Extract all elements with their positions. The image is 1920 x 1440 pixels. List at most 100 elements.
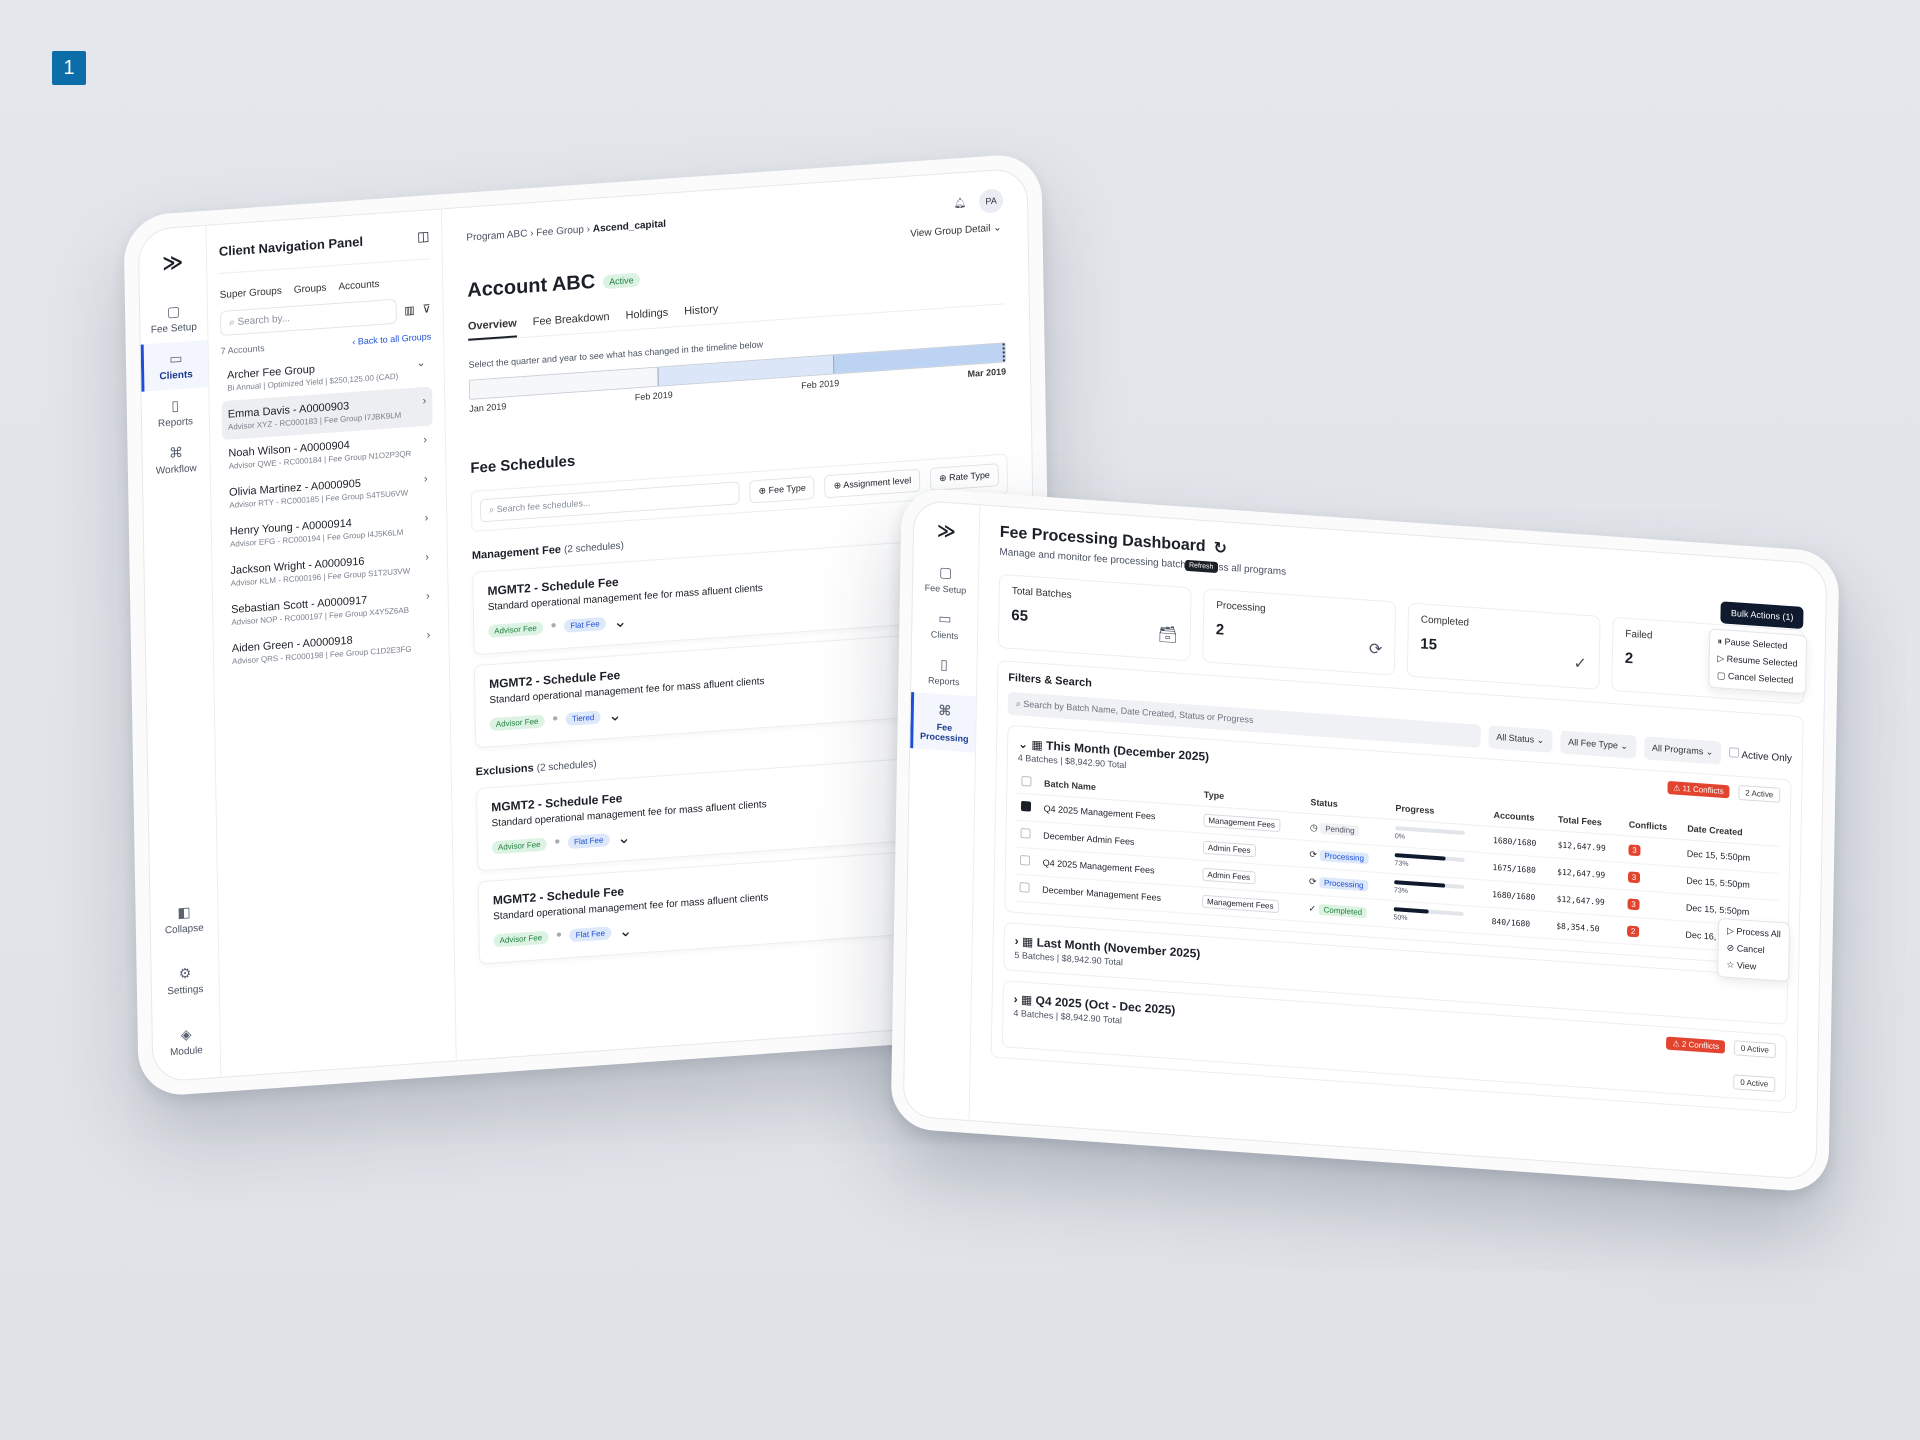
refresh-tooltip: Refresh xyxy=(1184,559,1218,574)
menu-item-cancel[interactable]: ⊘ Cancel xyxy=(1727,942,1781,957)
rail-item-collapse[interactable]: ◧ Collapse xyxy=(150,894,218,946)
programs-dropdown[interactable]: All Programs ⌄ xyxy=(1643,736,1722,765)
square-icon: ▢ xyxy=(1716,670,1729,681)
chevron-right-icon: › xyxy=(422,394,427,408)
rail-item-settings[interactable]: ⚙ Settings xyxy=(151,955,219,1007)
conflicts-cell: 3 xyxy=(1623,862,1683,894)
chevron-right-icon: › xyxy=(425,551,430,564)
rail-item-module[interactable]: ◈ Module xyxy=(152,1016,220,1068)
chevron-right-icon: › xyxy=(423,433,428,447)
rail-label: Workflow xyxy=(155,463,197,477)
type-pill: Management Fees xyxy=(1203,813,1281,833)
conflicts-text: 2 Conflicts xyxy=(1681,1039,1720,1052)
tag: Advisor Fee xyxy=(488,620,543,638)
refresh-icon[interactable]: ↻ xyxy=(1213,538,1227,559)
search-placeholder: Search fee schedules... xyxy=(496,497,591,515)
tag: Advisor Fee xyxy=(493,930,549,947)
checkbox xyxy=(1729,747,1740,758)
tab-overview[interactable]: Overview xyxy=(467,317,517,341)
filter-icon[interactable]: ⊽ xyxy=(423,302,431,316)
bell-icon[interactable]: 🔔︎ xyxy=(954,198,967,210)
columns-icon[interactable]: ▥ xyxy=(404,303,415,317)
checkbox xyxy=(1019,882,1030,893)
avatar[interactable]: PA xyxy=(978,188,1004,214)
filter-assignment-level[interactable]: ⊕ Assignment level xyxy=(824,468,921,499)
rail-item-fee-processing[interactable]: ⌘ Fee Processing xyxy=(910,691,976,753)
timeline-label: Feb 2019 xyxy=(634,389,673,403)
checkbox xyxy=(1020,800,1032,812)
chevron-down-icon[interactable]: ⌄ xyxy=(608,705,622,726)
status-badge: Pending xyxy=(1320,822,1360,837)
view-group-detail-dropdown[interactable]: View Group Detail ⌄ xyxy=(910,222,1002,239)
rail-item-reports[interactable]: ▯ Reports xyxy=(911,646,977,697)
brand-logo-icon[interactable]: ≫ xyxy=(162,249,183,275)
rail-item-workflow[interactable]: ⌘ Workflow xyxy=(142,434,210,486)
menu-item-pause-selected[interactable]: ⏸︎ Pause Selected xyxy=(1717,636,1797,653)
breadcrumb-item[interactable]: Program ABC xyxy=(466,228,527,243)
progress-label: 0% xyxy=(1394,833,1406,841)
dropdown-value: All Status xyxy=(1496,731,1535,745)
group-toggle[interactable]: ⌄ ▦ This Month (December 2025) 4 Batches… xyxy=(1018,737,1209,776)
rail-item-fee-setup[interactable]: ▢ Fee Setup xyxy=(913,554,979,605)
tab-history[interactable]: History xyxy=(684,303,719,325)
play-icon: ▷ xyxy=(1717,653,1727,664)
schedule-group-name: Exclusions xyxy=(475,762,534,779)
conflicts-cell: 3 xyxy=(1623,889,1683,921)
row-checkbox-cell[interactable] xyxy=(1016,820,1040,849)
command-icon: ⌘ xyxy=(168,443,184,461)
brand-logo-icon[interactable]: ≫ xyxy=(937,520,956,542)
book-icon: ▭ xyxy=(938,609,952,627)
accounts-cell: 840/1680 xyxy=(1487,907,1553,939)
dropdown-value: All Programs xyxy=(1651,742,1704,757)
calendar-icon: ▦ xyxy=(1031,737,1043,753)
row-checkbox-cell[interactable] xyxy=(1015,847,1039,876)
book-icon: ▭ xyxy=(169,349,183,367)
conflicts-cell: 2 xyxy=(1622,916,1682,948)
row-checkbox-cell[interactable] xyxy=(1016,793,1040,822)
chevron-down-icon[interactable]: ⌄ xyxy=(617,828,631,849)
nav-tab-accounts[interactable]: Accounts xyxy=(338,279,379,293)
status-dropdown[interactable]: All Status ⌄ xyxy=(1488,725,1553,753)
chevron-down-icon[interactable]: ⌄ xyxy=(613,611,627,632)
cancel-icon: ⊘ xyxy=(1726,942,1737,954)
checkbox-label: Active Only xyxy=(1741,750,1792,765)
filter-rate-type[interactable]: ⊕ Rate Type xyxy=(929,463,1000,491)
progress-label: 50% xyxy=(1393,914,1408,923)
rail-label: Reports xyxy=(157,416,194,430)
fee-type-dropdown[interactable]: All Fee Type ⌄ xyxy=(1559,730,1637,759)
rail-item-clients[interactable]: ▭ Clients xyxy=(912,600,978,651)
status-badge: Processing xyxy=(1319,849,1370,864)
row-checkbox-cell[interactable] xyxy=(1015,874,1039,903)
menu-item-cancel-selected[interactable]: ▢ Cancel Selected xyxy=(1717,670,1797,687)
sidebar-toggle-icon[interactable]: ◫ xyxy=(417,228,430,245)
tab-fee-breakdown[interactable]: Fee Breakdown xyxy=(533,311,610,336)
menu-item-process-all[interactable]: ▷ Process All xyxy=(1727,925,1781,940)
group-toggle[interactable]: › ▦ Last Month (November 2025) 5 Batches… xyxy=(1014,934,1200,973)
rail-label: Collapse xyxy=(164,922,204,937)
nav-tab-super-groups[interactable]: Super Groups xyxy=(220,286,282,301)
rail-label: Fee Setup xyxy=(924,582,967,596)
select-all-cell[interactable] xyxy=(1017,770,1041,795)
filter-fee-type[interactable]: ⊕ Fee Type xyxy=(749,475,816,504)
nav-tab-groups[interactable]: Groups xyxy=(294,283,327,296)
fee-schedule-search-input[interactable]: ⌕ Search fee schedules... xyxy=(479,481,740,523)
rail-item-reports[interactable]: ▯ Reports xyxy=(141,387,209,439)
progress-bar xyxy=(1395,826,1465,835)
view-group-label: View Group Detail xyxy=(910,223,991,240)
chevron-right-icon: › xyxy=(425,590,430,603)
type-pill: Admin Fees xyxy=(1202,867,1256,885)
checkbox xyxy=(1021,775,1032,787)
back-to-groups-link[interactable]: ‹ Back to all Groups xyxy=(352,331,431,347)
menu-item-view[interactable]: ☆ View xyxy=(1726,960,1780,975)
rail-item-clients[interactable]: ▭ Clients xyxy=(140,339,209,392)
status-icon: ⟳ xyxy=(1309,848,1320,860)
chevron-down-icon[interactable]: ⌄ xyxy=(619,921,633,942)
menu-item-resume-selected[interactable]: ▷ Resume Selected xyxy=(1717,653,1797,670)
group-toggle[interactable]: › ▦ Q4 2025 (Oct - Dec 2025) 4 Batches |… xyxy=(1013,992,1175,1029)
tab-holdings[interactable]: Holdings xyxy=(625,307,668,330)
rail-item-fee-setup[interactable]: ▢ Fee Setup xyxy=(140,293,208,345)
client-search-input[interactable]: ⌕ Search by... xyxy=(219,298,397,337)
breadcrumb-item[interactable]: Fee Group xyxy=(536,224,584,238)
active-only-checkbox[interactable]: Active Only xyxy=(1729,747,1792,765)
accounts-count: 7 Accounts xyxy=(220,343,265,357)
